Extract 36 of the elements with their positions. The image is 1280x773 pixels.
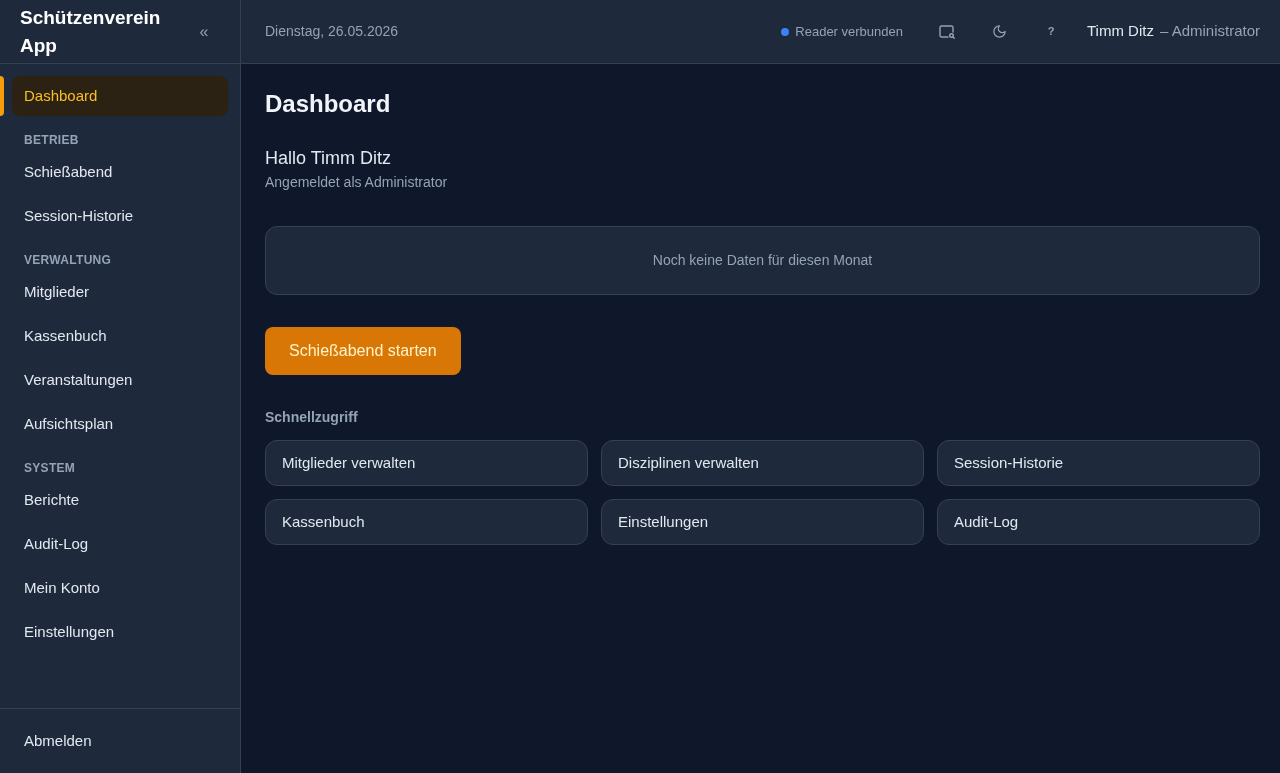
quick-access-tile[interactable]: Audit-Log: [937, 499, 1260, 545]
nav-item[interactable]: Aufsichtsplan: [12, 404, 228, 444]
active-indicator-icon: [0, 76, 4, 116]
section-heading: VERWALTUNG: [23, 252, 113, 268]
quick-access-tile[interactable]: Kassenbuch: [265, 499, 588, 545]
section-heading: SYSTEM: [23, 460, 77, 476]
reader-status-text: Reader verbunden: [795, 22, 903, 41]
moon-icon: [991, 24, 1007, 39]
nav-item[interactable]: Session-Historie: [12, 196, 228, 236]
user-role: – Administrator: [1159, 21, 1260, 42]
empty-state-text: Noch keine Daten für diesen Monat: [652, 251, 873, 270]
section-heading: BETRIEB: [23, 132, 80, 148]
logout-button[interactable]: Abmelden: [12, 721, 228, 761]
quick-access-tile[interactable]: Mitglieder verwalten: [265, 440, 588, 486]
nav-item[interactable]: Veranstaltungen: [12, 360, 228, 400]
user-name: Timm Ditz: [1087, 21, 1154, 42]
nav-item[interactable]: Kassenbuch: [12, 316, 228, 356]
quick-access-tile[interactable]: Disziplinen verwalten: [601, 440, 924, 486]
nav-item[interactable]: Berichte: [12, 480, 228, 520]
nav-item[interactable]: Audit-Log: [12, 524, 228, 564]
quick-access-tile[interactable]: Session-Historie: [937, 440, 1260, 486]
collapse-sidebar-button[interactable]: «: [192, 19, 216, 44]
quick-access-heading: Schnellzugriff: [265, 408, 359, 427]
nav-item[interactable]: Mitglieder: [12, 272, 228, 312]
nav-item[interactable]: Dashboard: [12, 76, 228, 116]
greeting-text: Hallo Timm Ditz: [265, 147, 392, 170]
monitor-search-icon: [939, 24, 955, 39]
nav-item[interactable]: Einstellungen: [12, 612, 228, 652]
date-text: Dienstag, 26.05.2026: [265, 22, 399, 41]
nav-item[interactable]: Mein Konto: [12, 568, 228, 608]
app-title: Schützenverein App: [20, 5, 162, 58]
help-button[interactable]: ?: [1035, 15, 1067, 48]
page-title: Dashboard: [265, 89, 392, 119]
nav-item[interactable]: Schießabend: [12, 152, 228, 192]
quick-access-tile[interactable]: Einstellungen: [601, 499, 924, 545]
role-subtitle: Angemeldet als Administrator: [265, 173, 449, 192]
